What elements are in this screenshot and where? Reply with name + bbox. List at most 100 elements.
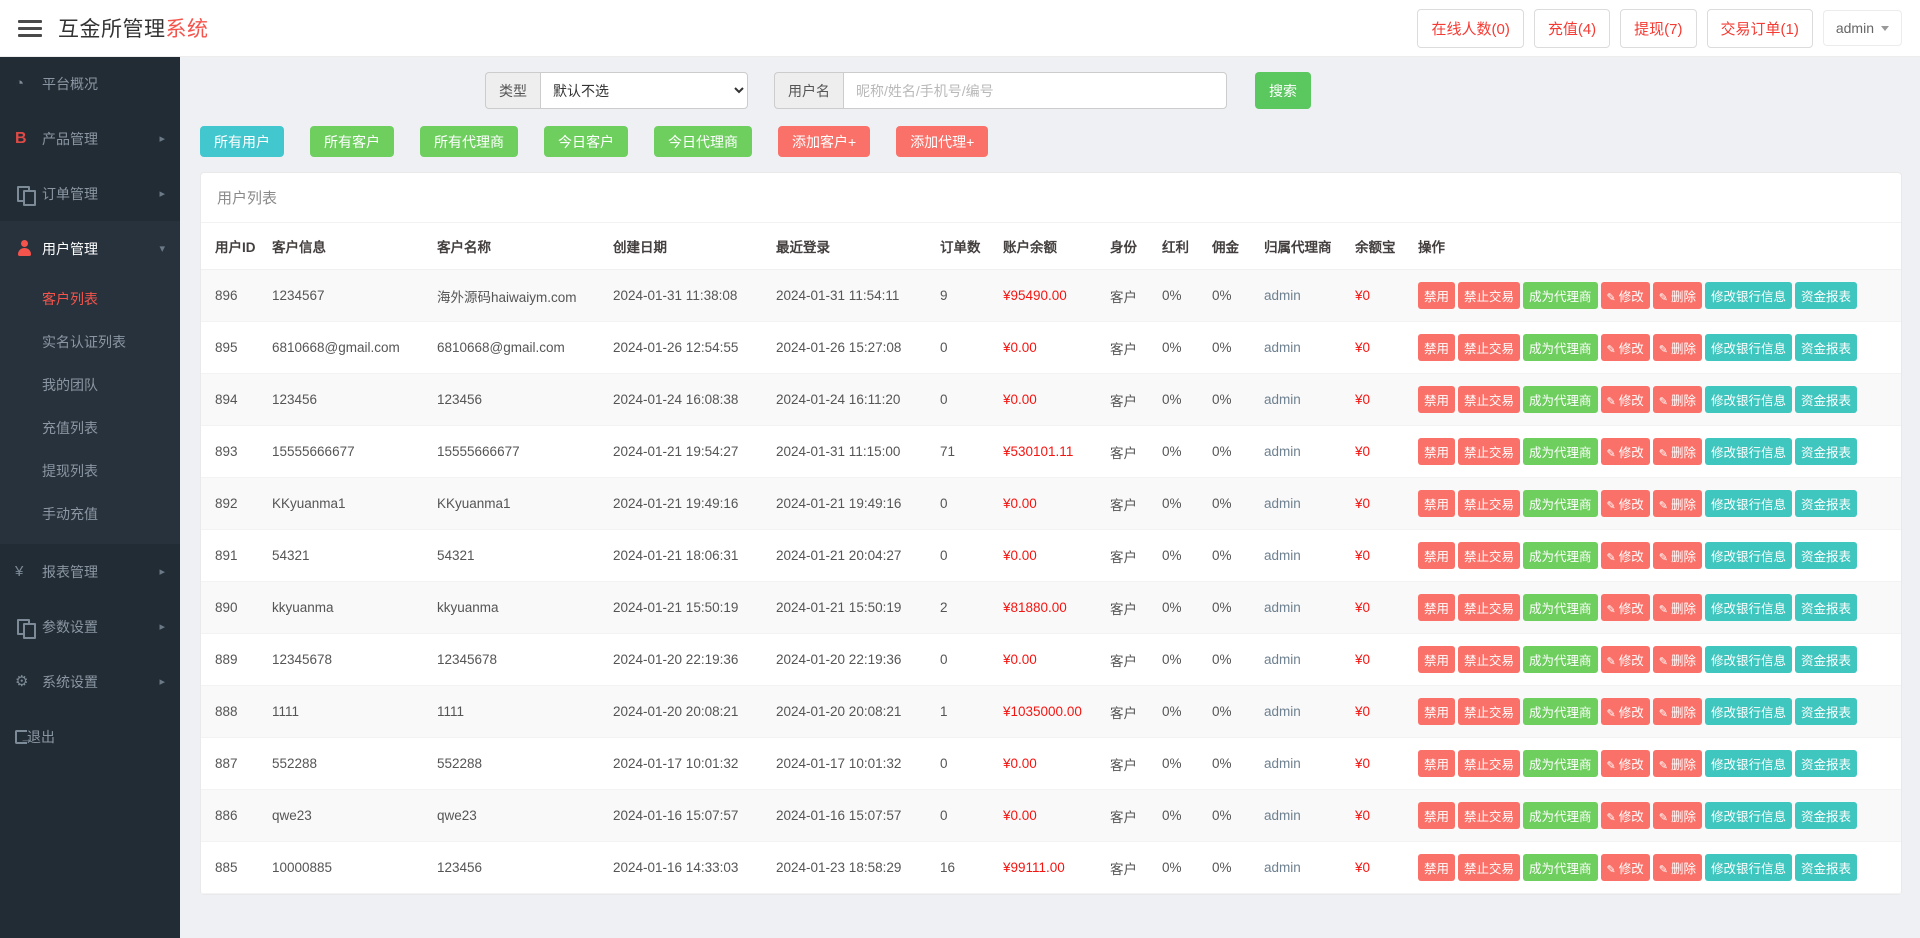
sidebar-item-reports[interactable]: ¥报表管理▸ (0, 544, 180, 599)
action-edit-bank-button[interactable]: 修改银行信息 (1705, 438, 1792, 465)
filter-all-users-button[interactable]: 所有用户 (200, 126, 284, 157)
action-delete-button[interactable]: ✎删除 (1653, 490, 1702, 517)
action-edit-bank-button[interactable]: 修改银行信息 (1705, 646, 1792, 673)
filter-add-customer-button[interactable]: 添加客户+ (778, 126, 870, 157)
action-disable-button[interactable]: 禁用 (1418, 698, 1455, 725)
action-delete-button[interactable]: ✎删除 (1653, 594, 1702, 621)
action-edit-button[interactable]: ✎修改 (1601, 646, 1650, 673)
search-button[interactable]: 搜索 (1255, 72, 1311, 109)
header-stat-withdraw[interactable]: 提现(7) (1620, 9, 1696, 48)
action-fund-report-button[interactable]: 资金报表 (1795, 854, 1857, 881)
action-edit-bank-button[interactable]: 修改银行信息 (1705, 386, 1792, 413)
header-stat-trade-orders[interactable]: 交易订单(1) (1707, 9, 1813, 48)
action-edit-bank-button[interactable]: 修改银行信息 (1705, 282, 1792, 309)
sidebar-item-logout[interactable]: 退出 (0, 709, 180, 764)
sidebar-subitem[interactable]: 手动充值 (0, 493, 180, 536)
sidebar-item-params[interactable]: 参数设置▸ (0, 599, 180, 654)
sidebar-item-overview[interactable]: ◔平台概况 (0, 56, 180, 111)
filter-today-customers-button[interactable]: 今日客户 (544, 126, 628, 157)
action-edit-bank-button[interactable]: 修改银行信息 (1705, 594, 1792, 621)
action-ban-trade-button[interactable]: 禁止交易 (1458, 490, 1520, 517)
action-delete-button[interactable]: ✎删除 (1653, 282, 1702, 309)
action-disable-button[interactable]: 禁用 (1418, 542, 1455, 569)
action-edit-button[interactable]: ✎修改 (1601, 542, 1650, 569)
filter-all-customers-button[interactable]: 所有客户 (310, 126, 394, 157)
action-edit-bank-button[interactable]: 修改银行信息 (1705, 490, 1792, 517)
action-delete-button[interactable]: ✎删除 (1653, 542, 1702, 569)
action-fund-report-button[interactable]: 资金报表 (1795, 438, 1857, 465)
action-make-agent-button[interactable]: 成为代理商 (1523, 282, 1598, 309)
action-delete-button[interactable]: ✎删除 (1653, 750, 1702, 777)
action-make-agent-button[interactable]: 成为代理商 (1523, 802, 1598, 829)
action-ban-trade-button[interactable]: 禁止交易 (1458, 282, 1520, 309)
action-delete-button[interactable]: ✎删除 (1653, 334, 1702, 361)
action-edit-bank-button[interactable]: 修改银行信息 (1705, 854, 1792, 881)
action-ban-trade-button[interactable]: 禁止交易 (1458, 594, 1520, 621)
header-stat-online-users[interactable]: 在线人数(0) (1417, 9, 1523, 48)
action-edit-bank-button[interactable]: 修改银行信息 (1705, 698, 1792, 725)
sidebar-subitem[interactable]: 充值列表 (0, 407, 180, 450)
action-ban-trade-button[interactable]: 禁止交易 (1458, 646, 1520, 673)
action-fund-report-button[interactable]: 资金报表 (1795, 594, 1857, 621)
action-ban-trade-button[interactable]: 禁止交易 (1458, 334, 1520, 361)
action-ban-trade-button[interactable]: 禁止交易 (1458, 854, 1520, 881)
sidebar-subitem[interactable]: 实名认证列表 (0, 321, 180, 364)
action-edit-button[interactable]: ✎修改 (1601, 334, 1650, 361)
type-select[interactable]: 默认不选 (540, 72, 748, 109)
action-disable-button[interactable]: 禁用 (1418, 750, 1455, 777)
sidebar-item-products[interactable]: B产品管理▸ (0, 111, 180, 166)
action-ban-trade-button[interactable]: 禁止交易 (1458, 698, 1520, 725)
action-ban-trade-button[interactable]: 禁止交易 (1458, 750, 1520, 777)
filter-all-agents-button[interactable]: 所有代理商 (420, 126, 518, 157)
action-edit-button[interactable]: ✎修改 (1601, 282, 1650, 309)
action-fund-report-button[interactable]: 资金报表 (1795, 698, 1857, 725)
action-delete-button[interactable]: ✎删除 (1653, 386, 1702, 413)
action-ban-trade-button[interactable]: 禁止交易 (1458, 386, 1520, 413)
sidebar-item-orders[interactable]: 订单管理▸ (0, 166, 180, 221)
header-stat-recharge[interactable]: 充值(4) (1534, 9, 1610, 48)
action-edit-bank-button[interactable]: 修改银行信息 (1705, 750, 1792, 777)
action-delete-button[interactable]: ✎删除 (1653, 646, 1702, 673)
action-edit-button[interactable]: ✎修改 (1601, 698, 1650, 725)
action-fund-report-button[interactable]: 资金报表 (1795, 386, 1857, 413)
action-make-agent-button[interactable]: 成为代理商 (1523, 750, 1598, 777)
action-make-agent-button[interactable]: 成为代理商 (1523, 334, 1598, 361)
action-fund-report-button[interactable]: 资金报表 (1795, 490, 1857, 517)
action-edit-button[interactable]: ✎修改 (1601, 386, 1650, 413)
action-disable-button[interactable]: 禁用 (1418, 646, 1455, 673)
action-fund-report-button[interactable]: 资金报表 (1795, 646, 1857, 673)
action-make-agent-button[interactable]: 成为代理商 (1523, 386, 1598, 413)
action-disable-button[interactable]: 禁用 (1418, 386, 1455, 413)
action-edit-bank-button[interactable]: 修改银行信息 (1705, 334, 1792, 361)
action-fund-report-button[interactable]: 资金报表 (1795, 282, 1857, 309)
action-ban-trade-button[interactable]: 禁止交易 (1458, 438, 1520, 465)
filter-today-agents-button[interactable]: 今日代理商 (654, 126, 752, 157)
action-make-agent-button[interactable]: 成为代理商 (1523, 490, 1598, 517)
action-edit-button[interactable]: ✎修改 (1601, 854, 1650, 881)
action-edit-button[interactable]: ✎修改 (1601, 802, 1650, 829)
sidebar-subitem[interactable]: 客户列表 (0, 278, 180, 321)
action-edit-button[interactable]: ✎修改 (1601, 438, 1650, 465)
action-edit-bank-button[interactable]: 修改银行信息 (1705, 542, 1792, 569)
action-make-agent-button[interactable]: 成为代理商 (1523, 646, 1598, 673)
action-make-agent-button[interactable]: 成为代理商 (1523, 698, 1598, 725)
action-edit-button[interactable]: ✎修改 (1601, 490, 1650, 517)
action-delete-button[interactable]: ✎删除 (1653, 854, 1702, 881)
action-edit-button[interactable]: ✎修改 (1601, 594, 1650, 621)
sidebar-subitem[interactable]: 提现列表 (0, 450, 180, 493)
action-disable-button[interactable]: 禁用 (1418, 594, 1455, 621)
action-ban-trade-button[interactable]: 禁止交易 (1458, 802, 1520, 829)
action-fund-report-button[interactable]: 资金报表 (1795, 334, 1857, 361)
action-make-agent-button[interactable]: 成为代理商 (1523, 542, 1598, 569)
action-delete-button[interactable]: ✎删除 (1653, 802, 1702, 829)
action-fund-report-button[interactable]: 资金报表 (1795, 750, 1857, 777)
action-edit-bank-button[interactable]: 修改银行信息 (1705, 802, 1792, 829)
filter-add-agent-button[interactable]: 添加代理+ (896, 126, 988, 157)
action-disable-button[interactable]: 禁用 (1418, 438, 1455, 465)
action-delete-button[interactable]: ✎删除 (1653, 438, 1702, 465)
sidebar-item-system[interactable]: ⚙系统设置▸ (0, 654, 180, 709)
action-make-agent-button[interactable]: 成为代理商 (1523, 438, 1598, 465)
action-disable-button[interactable]: 禁用 (1418, 490, 1455, 517)
action-make-agent-button[interactable]: 成为代理商 (1523, 594, 1598, 621)
action-delete-button[interactable]: ✎删除 (1653, 698, 1702, 725)
